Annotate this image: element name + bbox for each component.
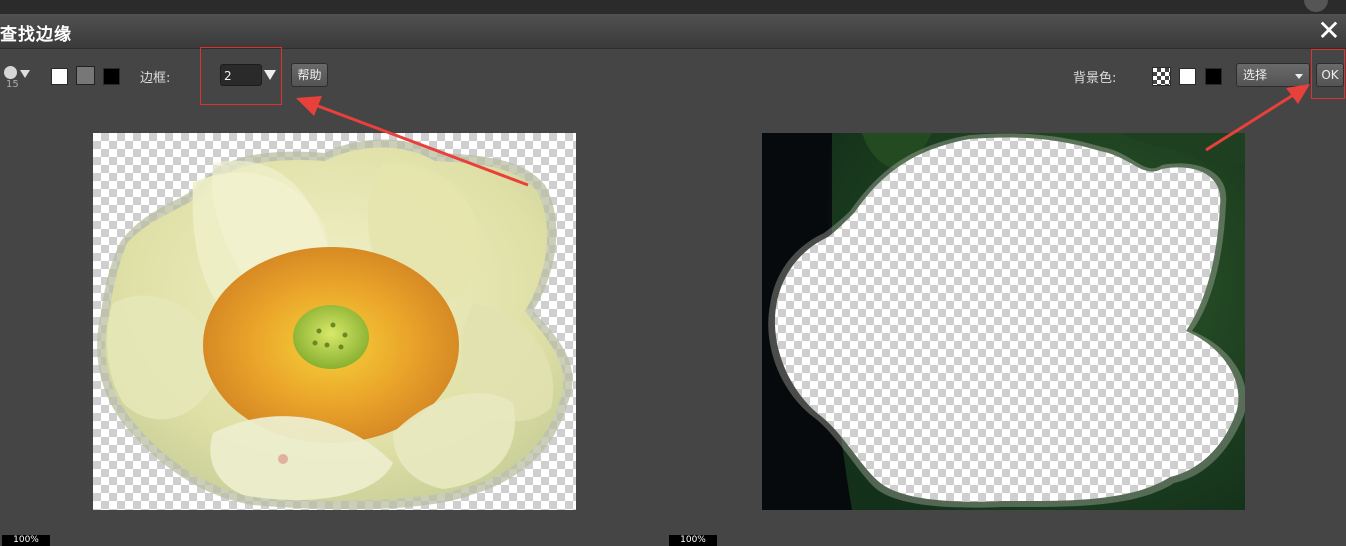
left-canvas[interactable] [93, 133, 576, 510]
lotus-image [97, 139, 573, 510]
background-label: 背景色: [1073, 71, 1117, 86]
background-select[interactable]: 选择 [1236, 63, 1310, 87]
chevron-down-icon [1295, 74, 1303, 79]
swatch-white[interactable] [51, 68, 68, 85]
swatch-black[interactable] [103, 68, 120, 85]
help-button[interactable]: 帮助 [291, 63, 328, 87]
close-icon[interactable]: ✕ [1314, 16, 1344, 46]
right-zoom-level: 100% [669, 535, 717, 546]
swatch-gray[interactable] [76, 66, 95, 85]
swatch-bg-white[interactable] [1179, 68, 1196, 85]
chevron-down-icon [20, 70, 30, 78]
swatch-bg-black[interactable] [1205, 68, 1222, 85]
toolbar: 15 边框: 2 帮助 背景色: 选择 OK [0, 47, 1346, 109]
dialog-title: 查找边缘 [0, 25, 72, 45]
brush-size-value: 15 [6, 79, 19, 90]
brush-icon [4, 66, 17, 79]
background-image [762, 133, 1245, 510]
corner-knob [1304, 0, 1328, 12]
annotation-box-ok [1311, 49, 1345, 99]
annotation-box-border [200, 47, 282, 105]
left-zoom-level: 100% [2, 535, 50, 546]
brush-size-picker[interactable]: 15 [2, 65, 32, 93]
top-strip [0, 0, 1346, 14]
right-canvas[interactable] [762, 133, 1245, 510]
background-select-value: 选择 [1243, 68, 1268, 82]
title-bar: 查找边缘 ✕ [0, 14, 1346, 49]
swatch-transparent[interactable] [1152, 67, 1171, 86]
border-label: 边框: [140, 71, 171, 86]
